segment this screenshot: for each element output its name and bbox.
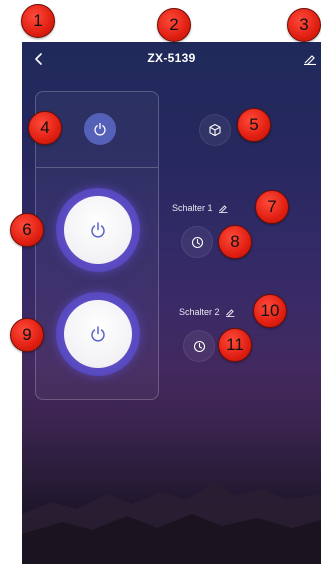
rename-switch-2-button[interactable]: [225, 308, 235, 317]
power-icon: [91, 326, 105, 342]
annotation-badge-10: 10: [253, 294, 287, 328]
power-icon: [94, 122, 106, 136]
annotation-badge-8: 8: [218, 225, 252, 259]
annotation-badge-6: 6: [10, 213, 44, 247]
switch-2-label: Schalter 2: [179, 307, 220, 317]
pencil-icon: [304, 55, 316, 65]
scene-button[interactable]: [199, 114, 231, 146]
clock-icon: [191, 236, 203, 248]
switch-1-timer-button[interactable]: [181, 226, 213, 258]
panel-divider: [36, 167, 158, 168]
switch-1-power-knob: [64, 196, 132, 264]
annotation-badge-2: 2: [157, 8, 191, 42]
annotation-badge-9: 9: [10, 318, 44, 352]
switch-2-power-knob: [64, 300, 132, 368]
switch-1-label: Schalter 1: [172, 203, 213, 213]
switch-1-power-button[interactable]: [56, 188, 140, 272]
annotation-badge-7: 7: [255, 190, 289, 224]
switch-1-label-row: Schalter 1: [172, 203, 228, 213]
annotation-badge-3: 3: [287, 8, 321, 42]
clock-icon: [193, 340, 205, 352]
pencil-icon: [218, 204, 228, 213]
switch-2-timer-button[interactable]: [183, 330, 215, 362]
rename-switch-1-button[interactable]: [218, 204, 228, 213]
power-icon: [91, 222, 105, 238]
all-power-button[interactable]: [84, 113, 116, 145]
switch-2-label-row: Schalter 2: [179, 307, 235, 317]
annotation-badge-1: 1: [21, 4, 55, 38]
switch-2-power-button[interactable]: [56, 292, 140, 376]
top-bar: ZX-5139: [22, 42, 321, 74]
mountain-background: [22, 484, 321, 564]
annotation-badge-11: 11: [218, 328, 252, 362]
edit-button[interactable]: [301, 50, 319, 68]
page-title: ZX-5139: [147, 51, 196, 65]
cube-icon: [209, 123, 221, 137]
annotation-badge-4: 4: [28, 111, 62, 145]
annotation-badge-5: 5: [237, 108, 271, 142]
pencil-icon: [225, 308, 235, 317]
